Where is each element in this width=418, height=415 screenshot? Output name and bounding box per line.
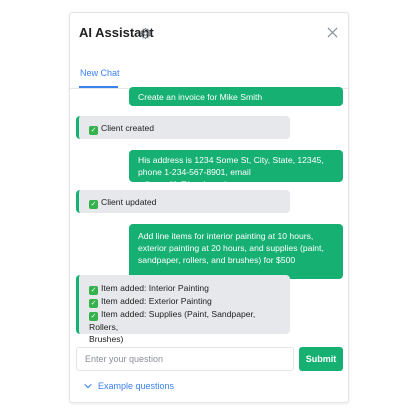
active-tab-indicator [79,86,118,88]
gear-icon[interactable] [139,27,152,40]
check-icon: ✓ [89,126,98,135]
message-line: sandpaper, rollers, and brushes) for $50… [138,255,296,265]
user-message: Create an invoice for Mike Smith [129,87,343,106]
message-line: His address is 1234 Some St, City, State… [138,155,324,165]
assistant-message: ✓ Client updated [76,190,290,213]
tab-new-chat[interactable]: New Chat [80,68,120,84]
message-line: ✓ Item added: Interior Painting [89,282,282,295]
check-icon: ✓ [89,286,98,295]
close-icon[interactable] [327,27,338,38]
message-line: ✓ Item added: Supplies (Paint, Sandpaper,… [89,308,282,333]
ai-assistant-panel: AI Assistant New Chat Create an invoice … [70,13,348,402]
question-input[interactable] [76,347,294,371]
user-message: His address is 1234 Some St, City, State… [129,150,343,189]
check-icon: ✓ [89,299,98,308]
example-questions-label: Example questions [98,381,175,391]
submit-button[interactable]: Submit [299,347,343,371]
message-text: Client created [101,123,155,133]
check-icon: ✓ [89,200,98,209]
assistant-message: ✓ Item added: Interior Painting ✓ Item add… [76,275,290,344]
message-text: Create an invoice for Mike Smith [138,92,263,102]
check-icon: ✓ [89,312,98,321]
user-message: Add line items for interior painting at … [129,224,343,279]
panel-header: AI Assistant [70,13,348,53]
message-line: Brushes) [89,334,124,344]
message-text: Item added: Exterior Painting [101,296,212,306]
chevron-down-icon [84,384,92,389]
message-line: exterior painting at 20 hours, and suppl… [138,243,324,253]
message-text: Item added: Supplies (Paint, Sandpaper, … [89,309,256,332]
message-line: Add line items for interior painting at … [138,231,314,241]
tab-bar: New Chat [70,53,348,89]
message-line: ✓ Item added: Exterior Painting [89,295,282,308]
message-line: phone 1-234-567-8901, email mike.smith@i… [138,167,251,189]
message-text: Item added: Interior Painting [101,283,209,293]
message-text: Client updated [101,197,157,207]
assistant-message: ✓ Client created [76,116,290,139]
